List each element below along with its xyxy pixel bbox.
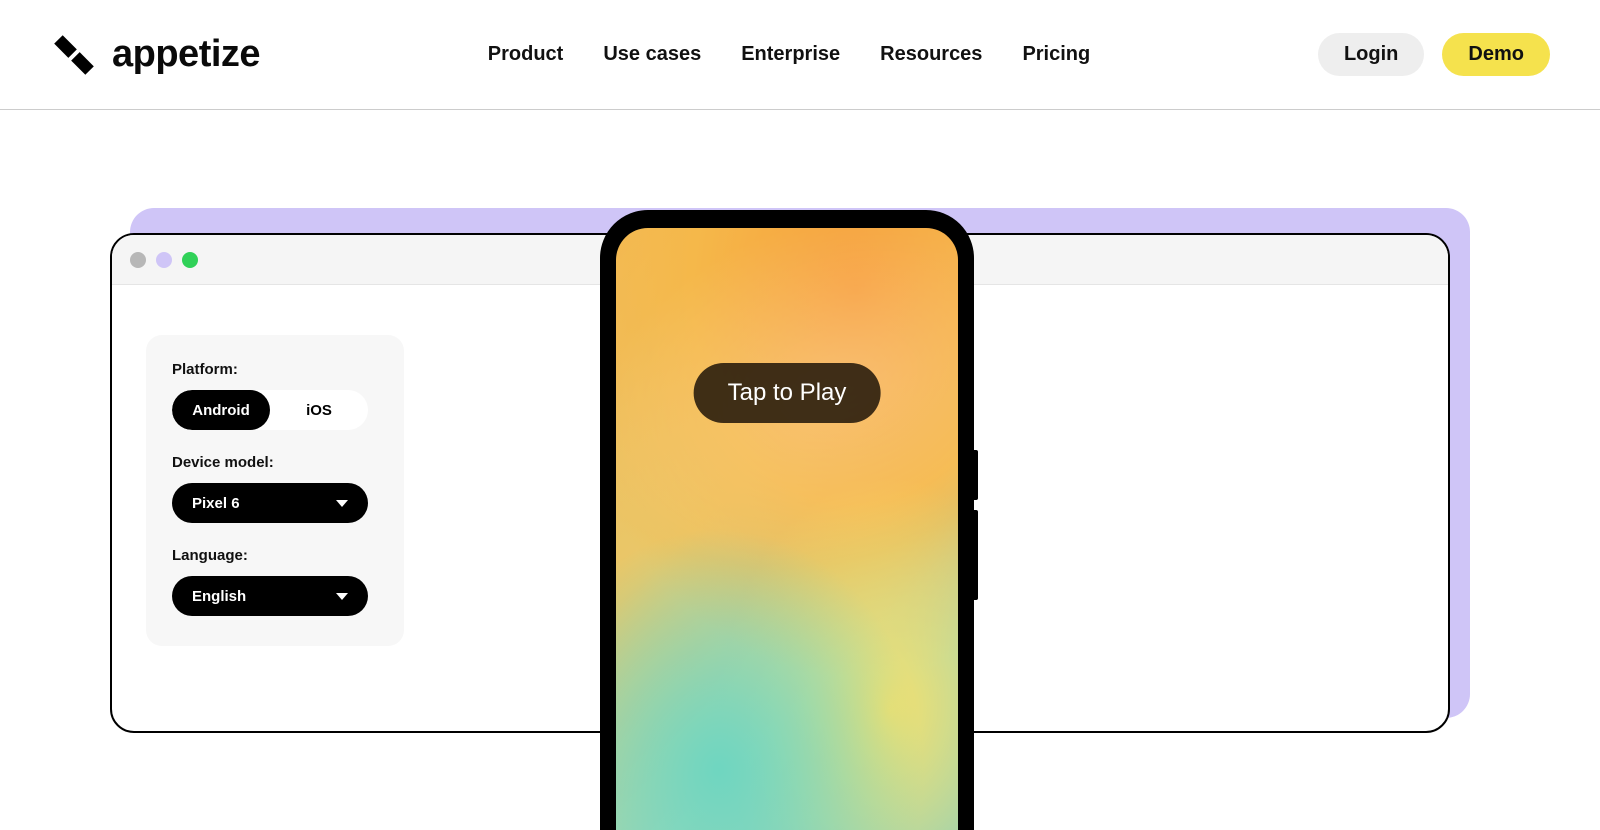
login-button[interactable]: Login [1318, 33, 1424, 76]
phone-screen[interactable]: Tap to Play [616, 228, 958, 830]
brand-logo[interactable]: appetize [50, 31, 260, 79]
phone-side-button-icon [974, 510, 978, 600]
platform-option-ios[interactable]: iOS [270, 390, 368, 430]
traffic-light-minimize-icon[interactable] [156, 252, 172, 268]
tap-to-play-button[interactable]: Tap to Play [694, 363, 881, 423]
chevron-down-icon [336, 500, 348, 507]
platform-toggle: Android iOS [172, 390, 368, 430]
platform-option-android[interactable]: Android [172, 390, 270, 430]
phone-side-button-icon [974, 450, 978, 500]
logo-mark-icon [50, 31, 98, 79]
nav-enterprise[interactable]: Enterprise [741, 43, 840, 66]
language-value: English [192, 588, 246, 605]
site-header: appetize Product Use cases Enterprise Re… [0, 0, 1600, 110]
traffic-light-zoom-icon[interactable] [182, 252, 198, 268]
nav-use-cases[interactable]: Use cases [603, 43, 701, 66]
device-model-value: Pixel 6 [192, 495, 240, 512]
header-actions: Login Demo [1318, 33, 1550, 76]
device-controls-card: Platform: Android iOS Device model: Pixe… [146, 335, 404, 646]
traffic-light-close-icon[interactable] [130, 252, 146, 268]
platform-label: Platform: [172, 361, 378, 378]
nav-resources[interactable]: Resources [880, 43, 982, 66]
nav-product[interactable]: Product [488, 43, 564, 66]
nav-pricing[interactable]: Pricing [1022, 43, 1090, 66]
primary-nav: Product Use cases Enterprise Resources P… [488, 43, 1090, 66]
device-model-label: Device model: [172, 454, 378, 471]
language-label: Language: [172, 547, 378, 564]
device-model-select[interactable]: Pixel 6 [172, 483, 368, 523]
phone-preview: Tap to Play [600, 210, 974, 830]
language-select[interactable]: English [172, 576, 368, 616]
chevron-down-icon [336, 593, 348, 600]
demo-button[interactable]: Demo [1442, 33, 1550, 76]
brand-name: appetize [112, 33, 260, 76]
